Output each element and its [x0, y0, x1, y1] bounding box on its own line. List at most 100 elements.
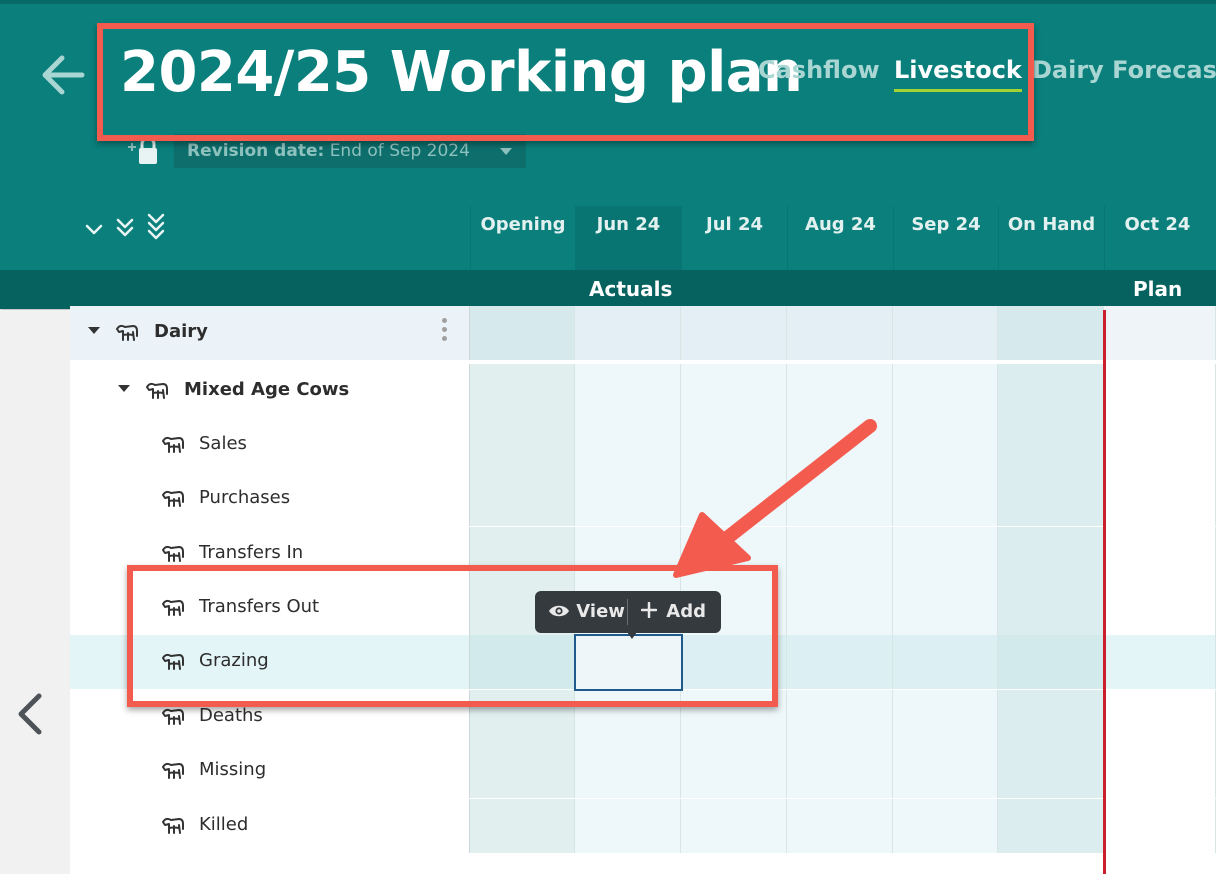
grid-cell-jul-24[interactable]: [681, 472, 787, 526]
grid-cell-sep-24[interactable]: [893, 799, 998, 853]
grid-cell-aug-24[interactable]: [787, 364, 893, 418]
grid-cell-sep-24[interactable]: [893, 690, 998, 744]
column-header-on-hand: On Hand: [998, 206, 1104, 270]
grid-cell-on-hand[interactable]: [998, 799, 1104, 853]
grid-cell-jul-24[interactable]: [681, 799, 787, 853]
grid-cell-oct-24[interactable]: [1104, 418, 1216, 472]
grid-cell-jun-24[interactable]: [575, 690, 681, 744]
grid-cell-jul-24[interactable]: [681, 306, 787, 360]
grid-cell-aug-24[interactable]: [787, 306, 893, 360]
grid-cell-jun-24[interactable]: [575, 527, 681, 581]
grid-cell-sep-24[interactable]: [893, 364, 998, 418]
grid-cell-oct-24[interactable]: [1104, 799, 1216, 853]
expand-controls: [82, 212, 172, 246]
popup-pointer: [627, 632, 637, 639]
grid-cell-aug-24[interactable]: [787, 744, 893, 798]
grid-cell-oct-24[interactable]: [1104, 527, 1216, 581]
grid-cell-opening[interactable]: [470, 690, 575, 744]
tab-livestock[interactable]: Livestock: [894, 56, 1022, 92]
table-row-mixed-age-cows[interactable]: Mixed Age Cows: [70, 364, 1216, 418]
grid-cell-jul-24[interactable]: [681, 527, 787, 581]
row-label: Mixed Age Cows: [184, 379, 350, 400]
left-gutter: [0, 310, 70, 874]
add-button[interactable]: Add: [629, 591, 721, 633]
back-arrow-icon[interactable]: [38, 50, 88, 100]
grid-cell-aug-24[interactable]: [787, 418, 893, 472]
table-row-dairy[interactable]: Dairy: [70, 306, 1216, 360]
grid-cell-jun-24[interactable]: [575, 472, 681, 526]
grid-cell-opening[interactable]: [470, 306, 575, 360]
table-row-deaths[interactable]: Deaths: [70, 690, 1216, 744]
grid-cell-jun-24[interactable]: [575, 306, 681, 360]
grid-cell-on-hand[interactable]: [998, 364, 1104, 418]
table-row-killed[interactable]: Killed: [70, 799, 1216, 853]
grid-cell-opening[interactable]: [470, 472, 575, 526]
table-row-sales[interactable]: Sales: [70, 418, 1216, 472]
caret-down-icon[interactable]: [118, 385, 130, 392]
expand-one-level-icon[interactable]: [82, 212, 106, 246]
grid-cell-on-hand[interactable]: [998, 418, 1104, 472]
grid-cell-oct-24[interactable]: [1104, 364, 1216, 418]
row-label-cell: [70, 690, 470, 744]
caret-down-icon[interactable]: [88, 327, 100, 334]
grid-cell-oct-24[interactable]: [1104, 635, 1216, 689]
revision-date-select[interactable]: Revision date: End of Sep 2024: [174, 134, 526, 168]
grid-cell-sep-24[interactable]: [893, 418, 998, 472]
grid-cell-aug-24[interactable]: [787, 635, 893, 689]
tab-dairy-forecaster[interactable]: Dairy Forecaster: [1032, 56, 1216, 84]
grid-cell-opening[interactable]: [470, 635, 575, 689]
section-label-plan: Plan: [1133, 277, 1183, 301]
grid-cell-aug-24[interactable]: [787, 690, 893, 744]
grid-cell-oct-24[interactable]: [1104, 690, 1216, 744]
grid-cell-aug-24[interactable]: [787, 527, 893, 581]
grid-cell-jul-24[interactable]: [681, 364, 787, 418]
grid-cell-sep-24[interactable]: [893, 744, 998, 798]
view-button[interactable]: View: [535, 591, 627, 633]
grid-cell-opening[interactable]: [470, 799, 575, 853]
table-row-transfers-in[interactable]: Transfers In: [70, 527, 1216, 581]
grid-cell-opening[interactable]: [470, 744, 575, 798]
grid-cell-jun-24[interactable]: [575, 418, 681, 472]
grid-cell-opening[interactable]: [470, 527, 575, 581]
grid-cell-aug-24[interactable]: [787, 581, 893, 635]
grid-cell-jul-24[interactable]: [681, 635, 787, 689]
grid-cell-sep-24[interactable]: [893, 527, 998, 581]
tab-cashflow[interactable]: Cashflow: [758, 56, 880, 84]
grid-cell-jun-24[interactable]: [575, 799, 681, 853]
grid-cell-aug-24[interactable]: [787, 472, 893, 526]
grid-cell-on-hand[interactable]: [998, 527, 1104, 581]
grid-cell-aug-24[interactable]: [787, 799, 893, 853]
grid-cell-jul-24[interactable]: [681, 418, 787, 472]
grid-cell-on-hand[interactable]: [998, 472, 1104, 526]
column-header-jun-24: Jun 24: [575, 206, 681, 270]
grid-cell-jun-24[interactable]: [575, 364, 681, 418]
grid-cell-on-hand[interactable]: [998, 306, 1104, 360]
grid-cell-jul-24[interactable]: [681, 744, 787, 798]
grid-cell-opening[interactable]: [470, 364, 575, 418]
grid-cell-sep-24[interactable]: [893, 635, 998, 689]
grid-cell-on-hand[interactable]: [998, 744, 1104, 798]
more-options-icon[interactable]: [440, 318, 448, 348]
row-label-cell: [70, 799, 470, 853]
grid-cell-on-hand[interactable]: [998, 581, 1104, 635]
grid-cell-sep-24[interactable]: [893, 306, 998, 360]
grid-cell-on-hand[interactable]: [998, 635, 1104, 689]
grid-cell-oct-24[interactable]: [1104, 472, 1216, 526]
expand-two-levels-icon[interactable]: [113, 212, 137, 246]
chevron-left-icon[interactable]: [12, 692, 48, 736]
table-row-missing[interactable]: Missing: [70, 744, 1216, 798]
selected-cell-grazing-jun-24[interactable]: [574, 634, 683, 691]
grid-cell-jul-24[interactable]: [681, 690, 787, 744]
expand-all-levels-icon[interactable]: [144, 212, 168, 246]
grid-cell-sep-24[interactable]: [893, 472, 998, 526]
grid-cell-opening[interactable]: [470, 418, 575, 472]
table-row-purchases[interactable]: Purchases: [70, 472, 1216, 526]
grid-cell-on-hand[interactable]: [998, 690, 1104, 744]
grid-cell-jun-24[interactable]: [575, 744, 681, 798]
grid-cell-sep-24[interactable]: [893, 581, 998, 635]
grid-cell-oct-24[interactable]: [1104, 744, 1216, 798]
grid-cell-oct-24[interactable]: [1104, 306, 1216, 360]
grid-cell-oct-24[interactable]: [1104, 581, 1216, 635]
cow-icon: [160, 812, 186, 838]
row-label: Missing: [199, 759, 267, 780]
